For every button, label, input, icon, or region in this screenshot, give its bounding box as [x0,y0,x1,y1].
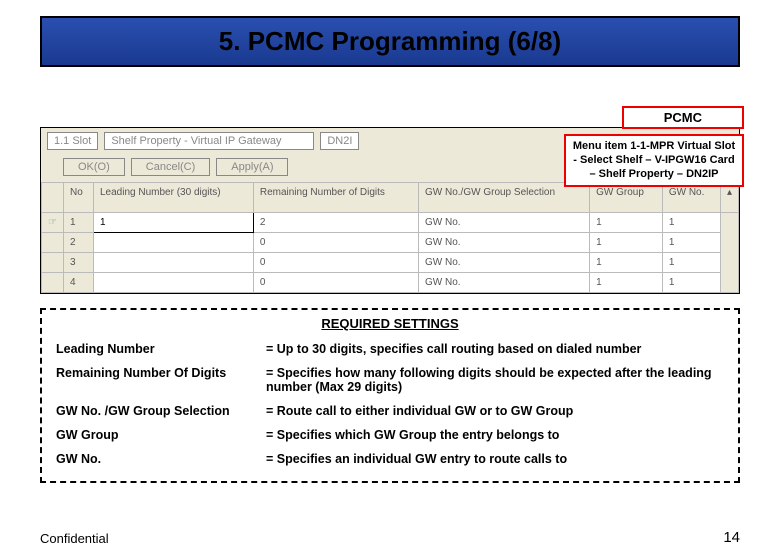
row-indicator-icon: ☞ [42,213,64,233]
settings-row: GW No. /GW Group Selection= Route call t… [52,399,728,423]
settings-row: GW No.= Specifies an individual GW entry… [52,447,728,471]
pcmc-label: PCMC [622,106,744,129]
cell-gw[interactable]: 1 [662,273,720,293]
cell-rem[interactable]: 0 [253,273,418,293]
cell-grp[interactable]: 1 [590,233,663,253]
required-settings-box: REQUIRED SETTINGS Leading Number= Up to … [40,308,740,483]
cell-grp[interactable]: 1 [590,253,663,273]
slot-field: 1.1 Slot [47,132,98,150]
table-row: ☞ 1 1 2 GW No. 1 1 [42,213,739,233]
settings-key: GW No. [52,447,262,471]
row-indicator-icon [42,253,64,273]
dn2ip-table: No Leading Number (30 digits) Remaining … [41,182,739,293]
col-lead: Leading Number (30 digits) [94,183,254,213]
menu-path-callout: Menu item 1-1-MPR Virtual Slot - Select … [564,134,744,187]
footer-confidential: Confidential [40,531,109,546]
cell-no: 1 [64,213,94,233]
cell-gw[interactable]: 1 [662,253,720,273]
col-no: No [64,183,94,213]
row-indicator-icon [42,273,64,293]
cell-grp[interactable]: 1 [590,273,663,293]
cell-lead[interactable] [94,233,254,253]
cell-no: 3 [64,253,94,273]
cell-rem[interactable]: 0 [253,253,418,273]
col-rem: Remaining Number of Digits [253,183,418,213]
required-settings-table: Leading Number= Up to 30 digits, specifi… [52,337,728,471]
cell-gw[interactable]: 1 [662,233,720,253]
settings-key: Leading Number [52,337,262,361]
settings-row: Remaining Number Of Digits= Specifies ho… [52,361,728,399]
cell-sel[interactable]: GW No. [419,233,590,253]
page-number: 14 [723,529,740,546]
cell-sel[interactable]: GW No. [419,273,590,293]
ok-button[interactable]: OK(O) [63,158,125,176]
settings-row: GW Group= Specifies which GW Group the e… [52,423,728,447]
cell-gw[interactable]: 1 [662,213,720,233]
table-row: 2 0 GW No. 1 1 [42,233,739,253]
cell-no: 2 [64,233,94,253]
required-settings-title: REQUIRED SETTINGS [52,316,728,331]
slide-title: 5. PCMC Programming (6/8) [52,26,728,57]
cell-sel[interactable]: GW No. [419,253,590,273]
cell-lead[interactable] [94,273,254,293]
cell-lead[interactable] [94,253,254,273]
settings-val: = Up to 30 digits, specifies call routin… [262,337,728,361]
settings-key: GW Group [52,423,262,447]
settings-val: = Specifies an individual GW entry to ro… [262,447,728,471]
tab-field: DN2I [320,132,359,150]
cell-lead-editing[interactable]: 1 [94,213,254,233]
settings-val: = Specifies how many following digits sh… [262,361,728,399]
scrollbar-track[interactable] [720,213,738,293]
cancel-button[interactable]: Cancel(C) [131,158,211,176]
cell-no: 4 [64,273,94,293]
settings-row: Leading Number= Up to 30 digits, specifi… [52,337,728,361]
col-blank [42,183,64,213]
settings-val: = Route call to either individual GW or … [262,399,728,423]
cell-rem[interactable]: 2 [253,213,418,233]
settings-val: = Specifies which GW Group the entry bel… [262,423,728,447]
cell-rem[interactable]: 0 [253,233,418,253]
table-row: 4 0 GW No. 1 1 [42,273,739,293]
row-indicator-icon [42,233,64,253]
settings-key: Remaining Number Of Digits [52,361,262,399]
settings-key: GW No. /GW Group Selection [52,399,262,423]
table-row: 3 0 GW No. 1 1 [42,253,739,273]
cell-sel[interactable]: GW No. [419,213,590,233]
cell-grp[interactable]: 1 [590,213,663,233]
property-field: Shelf Property - Virtual IP Gateway [104,132,314,150]
apply-button[interactable]: Apply(A) [216,158,288,176]
slide-title-bar: 5. PCMC Programming (6/8) [40,16,740,67]
